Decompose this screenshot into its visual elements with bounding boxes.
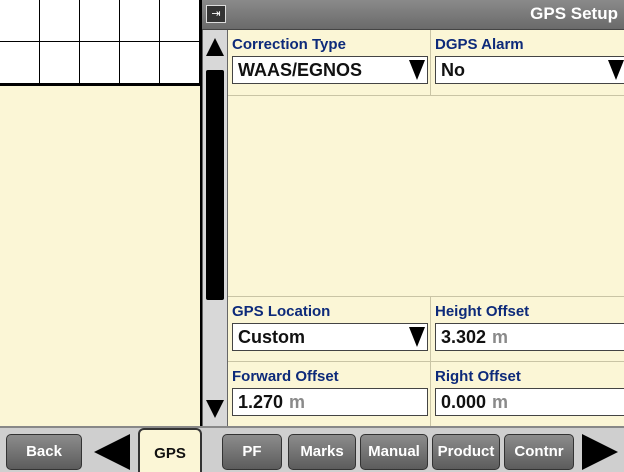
height-offset-unit: m	[492, 327, 509, 347]
dropdown-arrow-icon	[407, 57, 427, 83]
grid-cell	[40, 42, 80, 84]
height-offset-value: 3.302	[441, 327, 487, 347]
right-offset-unit: m	[492, 392, 509, 412]
gps-location-field: GPS Location Custom	[228, 296, 430, 362]
arrow-right-icon[interactable]	[580, 432, 622, 472]
tab-contnr[interactable]: Contnr	[504, 434, 574, 470]
grid-cell	[160, 0, 200, 42]
grid-cell	[40, 0, 80, 42]
right-offset-field: Right Offset 0.000 m	[431, 362, 624, 426]
tab-product[interactable]: Product	[432, 434, 500, 470]
scroll-up-button[interactable]	[203, 30, 227, 62]
forward-offset-unit: m	[289, 392, 306, 412]
grid-cell	[0, 42, 40, 84]
dgps-alarm-dropdown[interactable]: No	[435, 56, 624, 84]
forward-offset-value: 1.270	[238, 392, 284, 412]
forward-offset-input[interactable]: 1.270 m	[232, 388, 428, 416]
vertical-scrollbar[interactable]	[202, 30, 228, 426]
correction-type-value: WAAS/EGNOS	[238, 60, 363, 80]
grid-cell	[0, 0, 40, 42]
tab-marks[interactable]: Marks	[288, 434, 356, 470]
tab-pf[interactable]: PF	[222, 434, 282, 470]
correction-type-dropdown[interactable]: WAAS/EGNOS	[232, 56, 428, 84]
dropdown-arrow-icon	[606, 57, 624, 83]
right-offset-value: 0.000	[441, 392, 487, 412]
scroll-thumb[interactable]	[206, 70, 224, 300]
grid-cell	[160, 42, 200, 84]
correction-type-label: Correction Type	[232, 36, 346, 53]
tab-gps[interactable]: GPS	[138, 428, 202, 472]
arrow-left-icon[interactable]	[90, 432, 132, 472]
back-button[interactable]: Back	[6, 434, 82, 470]
title-bar: ⇥ GPS Setup	[202, 0, 624, 30]
grid-cell	[80, 42, 120, 84]
height-offset-input[interactable]: 3.302 m	[435, 323, 624, 351]
correction-type-field: Correction Type WAAS/EGNOS	[228, 30, 430, 96]
dgps-alarm-field: DGPS Alarm No	[431, 30, 624, 96]
gps-setup-icon[interactable]: ⇥	[206, 5, 226, 23]
grid-cell	[120, 0, 160, 42]
scroll-down-button[interactable]	[203, 394, 227, 426]
height-offset-label: Height Offset	[435, 303, 530, 320]
page-title: GPS Setup	[530, 4, 618, 23]
grid-cell	[80, 0, 120, 42]
dgps-alarm-label: DGPS Alarm	[435, 36, 524, 53]
triangle-down-icon	[206, 400, 224, 418]
left-grid-panel	[0, 0, 202, 86]
right-offset-label: Right Offset	[435, 368, 521, 385]
right-offset-input[interactable]: 0.000 m	[435, 388, 624, 416]
bottom-nav-bar: Back GPS PF Marks Manual Product Contnr	[0, 426, 624, 472]
gps-location-dropdown[interactable]: Custom	[232, 323, 428, 351]
tab-manual[interactable]: Manual	[360, 434, 428, 470]
left-info-area	[0, 86, 202, 426]
forward-offset-field: Forward Offset 1.270 m	[228, 362, 430, 426]
gps-location-value: Custom	[238, 327, 305, 347]
dropdown-arrow-icon	[407, 324, 427, 350]
gps-location-label: GPS Location	[232, 303, 331, 320]
dgps-alarm-value: No	[441, 60, 465, 80]
forward-offset-label: Forward Offset	[232, 368, 339, 385]
grid-cell	[120, 42, 160, 84]
height-offset-field: Height Offset 3.302 m	[431, 296, 624, 362]
triangle-up-icon	[206, 38, 224, 56]
